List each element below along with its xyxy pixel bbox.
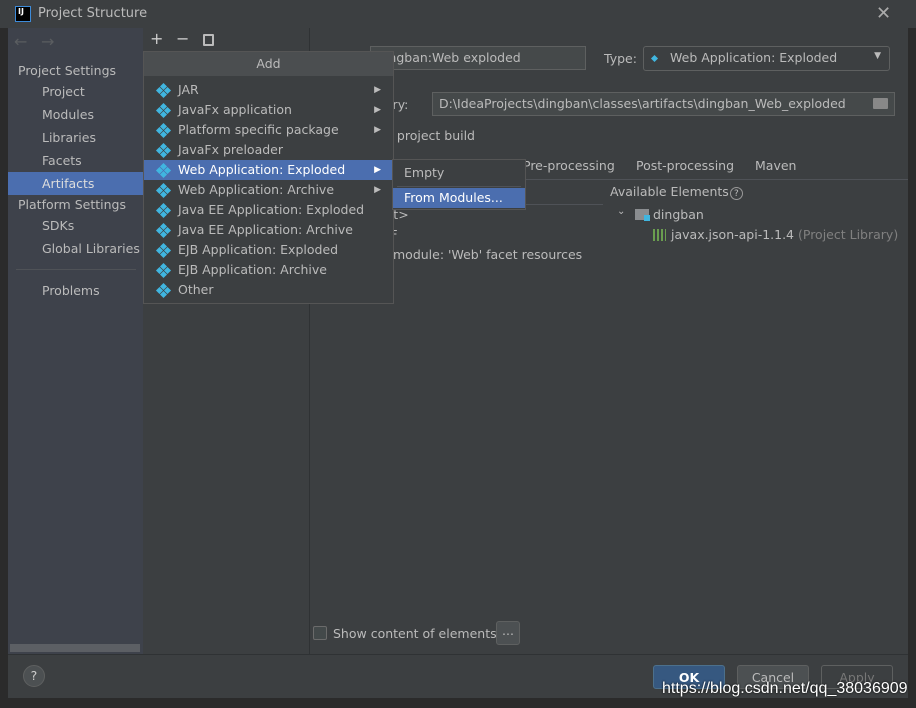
module-folder-icon	[635, 209, 650, 221]
output-directory-field[interactable]: D:\IdeaProjects\dingban\classes\artifact…	[432, 92, 895, 116]
sidebar-item-sdks[interactable]: SDKs	[42, 218, 74, 233]
artifact-icon	[155, 282, 172, 299]
sidebar-item-facets[interactable]: Facets	[42, 153, 82, 168]
divider	[16, 269, 136, 270]
menu-item[interactable]: Platform specific package ▶	[144, 120, 393, 140]
artifact-icon	[155, 102, 172, 119]
show-content-checkbox[interactable]	[313, 626, 327, 640]
tree-item[interactable]: an' module: 'Web' facet resources	[370, 247, 582, 262]
menu-item-label: Platform specific package	[178, 122, 339, 137]
artifact-icon	[155, 82, 172, 99]
tab-maven[interactable]: Maven	[755, 158, 796, 173]
sidebar-item-problems[interactable]: Problems	[42, 283, 100, 298]
submenu-arrow-icon: ▶	[374, 85, 381, 95]
submenu-arrow-icon: ▶	[374, 185, 381, 195]
menu-item-label: Other	[178, 282, 214, 297]
menu-item-label: Web Application: Archive	[178, 182, 335, 197]
library-icon	[653, 229, 666, 241]
artifact-icon	[155, 122, 172, 139]
library-name: javax.json-api-1.1.4	[671, 227, 795, 242]
back-icon[interactable]: ←	[14, 32, 27, 51]
copy-icon[interactable]	[203, 34, 214, 46]
menu-item[interactable]: EJB Application: Archive	[144, 260, 393, 280]
menu-item[interactable]: Java EE Application: Archive	[144, 220, 393, 240]
show-content-label[interactable]: Show content of elements	[333, 626, 497, 641]
sidebar-item-modules[interactable]: Modules	[42, 107, 94, 122]
type-label: Type:	[604, 51, 637, 66]
menu-item-label: JavaFx preloader	[178, 142, 283, 157]
type-dropdown[interactable]: Web Application: Exploded ▼	[643, 46, 890, 71]
scrollbar[interactable]	[10, 644, 140, 652]
available-elements-text: Available Elements	[610, 184, 729, 199]
sidebar-item-global-libraries[interactable]: Global Libraries	[42, 241, 140, 256]
menu-item[interactable]: JavaFx preloader	[144, 140, 393, 160]
intellij-logo-icon: IJ	[15, 6, 31, 22]
add-menu-title: Add	[144, 52, 393, 76]
menu-item[interactable]: JAR ▶	[144, 80, 393, 100]
ejb-artifact-icon	[155, 242, 172, 259]
add-menu: Add JAR ▶ JavaFx application ▶ Platform spec…	[143, 51, 394, 304]
artifact-name-field[interactable]: dingban:Web exploded	[370, 46, 586, 70]
menu-item[interactable]: Web Application: Archive ▶	[144, 180, 393, 200]
menu-item-from-modules[interactable]: From Modules...	[393, 188, 525, 208]
library-suffix: (Project Library)	[798, 227, 899, 242]
window-title: Project Structure	[38, 6, 148, 21]
add-icon[interactable]: +	[150, 29, 163, 48]
sidebar-item-artifacts[interactable]: Artifacts	[42, 176, 94, 191]
menu-item-label: JAR	[178, 82, 199, 97]
menu-item-empty[interactable]: Empty	[393, 162, 525, 184]
submenu: Empty From Modules...	[392, 159, 526, 210]
title-bar: IJ Project Structure ✕	[0, 0, 916, 28]
sidebar-heading-project-settings: Project Settings	[18, 63, 117, 78]
sidebar-item-libraries[interactable]: Libraries	[42, 130, 96, 145]
menu-item[interactable]: EJB Application: Exploded	[144, 240, 393, 260]
sidebar-heading-platform-settings: Platform Settings	[18, 197, 126, 212]
sidebar-item-project[interactable]: Project	[42, 84, 85, 99]
folder-icon[interactable]	[873, 98, 888, 109]
watermark: https://blog.csdn.net/qq_38036909	[662, 680, 908, 697]
tab-pre-processing[interactable]: Pre-processing	[523, 158, 615, 173]
menu-item[interactable]: Other	[144, 280, 393, 300]
menu-item-label: Java EE Application: Archive	[178, 222, 353, 237]
javaee-artifact-icon	[155, 222, 172, 239]
type-value: Web Application: Exploded	[670, 50, 838, 65]
more-button[interactable]: ...	[496, 621, 520, 645]
divider	[397, 186, 521, 187]
help-button[interactable]: ?	[23, 665, 45, 687]
help-icon[interactable]: ?	[729, 187, 743, 200]
submenu-arrow-icon: ▶	[374, 105, 381, 115]
javaee-artifact-icon	[155, 202, 172, 219]
menu-item[interactable]: Java EE Application: Exploded	[144, 200, 393, 220]
forward-icon[interactable]: →	[41, 32, 54, 51]
submenu-arrow-icon: ▶	[374, 165, 381, 175]
web-artifact-icon	[155, 162, 172, 179]
artifact-icon	[155, 142, 172, 159]
remove-icon[interactable]: −	[176, 29, 189, 48]
menu-item-label: Web Application: Exploded	[178, 162, 346, 177]
menu-item-label: JavaFx application	[178, 102, 292, 117]
divider	[8, 654, 908, 655]
menu-item[interactable]: Web Application: Exploded ▶	[144, 160, 393, 180]
close-icon[interactable]: ✕	[876, 3, 891, 24]
chevron-down-icon: ▼	[874, 51, 881, 61]
menu-item-label: EJB Application: Archive	[178, 262, 327, 277]
sidebar	[8, 28, 143, 655]
available-library[interactable]: javax.json-api-1.1.4 (Project Library)	[671, 227, 898, 242]
menu-item[interactable]: JavaFx application ▶	[144, 100, 393, 120]
tab-post-processing[interactable]: Post-processing	[636, 158, 734, 173]
ejb-artifact-icon	[155, 262, 172, 279]
chevron-down-icon[interactable]: ⌄	[617, 206, 625, 217]
menu-item-label: EJB Application: Exploded	[178, 242, 339, 257]
include-in-build-label[interactable]: n project build	[385, 128, 475, 143]
available-root[interactable]: dingban	[653, 207, 704, 222]
available-elements-label: Available Elements?	[610, 184, 743, 200]
submenu-arrow-icon: ▶	[374, 125, 381, 135]
web-artifact-icon	[155, 182, 172, 199]
menu-item-label: Java EE Application: Exploded	[178, 202, 365, 217]
web-artifact-icon	[650, 54, 659, 63]
